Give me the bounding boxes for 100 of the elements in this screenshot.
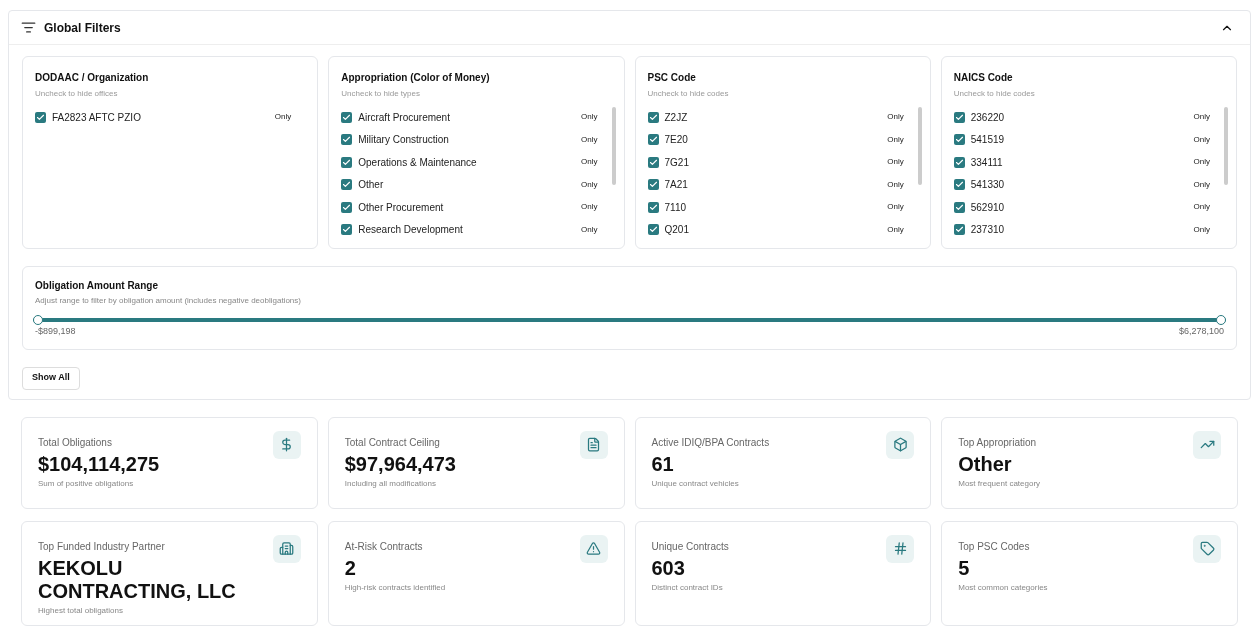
checkbox[interactable] [647,179,659,190]
checkbox[interactable] [953,179,965,190]
panel-title: Global Filters [44,19,121,37]
stat-value: 603 [651,556,686,580]
only-button[interactable]: Only [1193,133,1210,146]
stat-note: Distinct contract IDs [651,581,724,594]
stat-note: Most common categories [958,581,1048,594]
only-button[interactable]: Only [887,111,904,123]
checkbox[interactable] [341,111,353,123]
stat-note: Unique contract vehicles [651,477,740,490]
filter-option-label: Other Procurement [358,200,444,215]
slider-handle[interactable] [1216,315,1226,325]
checkbox[interactable] [341,134,353,145]
filter-option-label: 7G21 [664,155,689,170]
only-button[interactable]: Only [887,178,904,191]
stat-value: $97,964,473 [344,452,456,476]
scrollbar[interactable] [1224,107,1228,185]
stat-title: Top PSC Codes [958,539,1031,554]
filter-hint: Uncheck to hide types [341,88,421,100]
checkbox[interactable] [647,111,659,123]
filter-option-label: 562910 [970,200,1005,215]
filter-option-label: Other [358,178,384,192]
checkbox[interactable] [953,224,965,235]
filter-title: PSC Code [647,71,697,85]
only-button[interactable]: Only [1193,201,1210,213]
filter-option-label: 334111 [970,155,1003,170]
stat-title: Unique Contracts [651,539,729,554]
warning-icon [586,541,601,556]
stat-title: Active IDIQ/BPA Contracts [651,435,770,450]
checkbox[interactable] [647,156,659,168]
checkbox[interactable] [953,111,965,123]
only-button[interactable]: Only [887,133,904,146]
filter-icon [21,20,36,35]
checkbox[interactable] [35,111,46,123]
checkbox[interactable] [341,201,353,213]
filter-option-label: Operations & Maintenance [358,155,477,170]
only-button[interactable]: Only [1193,178,1210,191]
stat-title: Top Funded Industry Partner [38,539,166,554]
only-button[interactable]: Only [887,201,904,213]
hash-icon [892,541,908,556]
filter-option-label: Z2JZ [664,110,688,125]
only-button[interactable]: Only [581,156,598,168]
checkbox[interactable] [953,156,965,168]
only-button[interactable]: Only [581,133,598,146]
filter-title: Appropriation (Color of Money) [341,71,491,85]
only-button[interactable]: Only [887,223,904,236]
checkbox[interactable] [647,224,659,235]
stat-value: 61 [651,452,675,476]
checkbox[interactable] [953,201,965,213]
show-all-button[interactable]: Show All [22,366,80,390]
stat-value: $104,114,275 [38,452,160,476]
filter-option-label: Military Construction [358,133,449,147]
only-button[interactable]: Only [581,111,598,123]
only-button[interactable]: Only [1193,156,1210,168]
scrollbar[interactable] [611,107,616,185]
only-button[interactable]: Only [274,111,292,123]
checkbox[interactable] [647,201,659,213]
filter-title: NAICS Code [953,71,1014,85]
only-button[interactable]: Only [581,223,598,236]
stat-note: Most frequent category [958,477,1041,490]
scrollbar[interactable] [917,107,922,185]
stat-value: Other [958,452,1013,476]
filter-option-label: 236220 [970,110,1005,125]
filter-hint: Uncheck to hide offices [35,88,119,100]
building-icon [279,541,295,556]
only-button[interactable]: Only [1193,111,1210,123]
filter-option-label: FA2823 AFTC PZIO [52,110,141,125]
only-button[interactable]: Only [1193,223,1210,236]
only-button[interactable]: Only [887,156,904,168]
stat-note: Highest total obligations [38,604,124,617]
document-icon [586,437,601,452]
range-min-label: -$899,198 [35,325,76,338]
checkbox[interactable] [341,224,353,235]
checkbox[interactable] [647,134,659,145]
filter-title: DODAAC / Organization [35,71,150,85]
checkbox[interactable] [341,156,353,168]
filter-option-label: 7110 [664,200,686,215]
stat-value: KEKOLU CONTRACTING, LLC [38,556,237,603]
stat-value: 5 [958,556,971,580]
filter-hint: Uncheck to hide codes [953,88,1036,100]
checkbox[interactable] [341,179,353,190]
filter-option-label: 541330 [970,178,1005,192]
range-hint: Adjust range to filter by obligation amount (includes negative deobligations) [35,295,302,307]
filter-hint: Uncheck to hide codes [647,88,730,100]
stat-title: Total Obligations [38,435,113,450]
only-button[interactable]: Only [581,178,598,191]
stat-title: At-Risk Contracts [344,539,424,554]
stat-note: High-risk contracts identified [344,581,446,594]
filter-option-label: Q201 [664,223,689,237]
slider-handle[interactable] [33,315,43,325]
stat-title: Top Appropriation [958,435,1038,450]
stat-note: Including all modifications [344,477,437,490]
box-icon [892,437,908,452]
range-title: Obligation Amount Range [35,279,159,293]
filter-option-label: Research Development [358,223,463,237]
checkbox[interactable] [953,134,965,145]
filter-option-label: Aircraft Procurement [358,110,450,125]
only-button[interactable]: Only [581,201,598,213]
stat-title: Total Contract Ceiling [344,435,441,450]
stat-note: Sum of positive obligations [38,477,135,490]
